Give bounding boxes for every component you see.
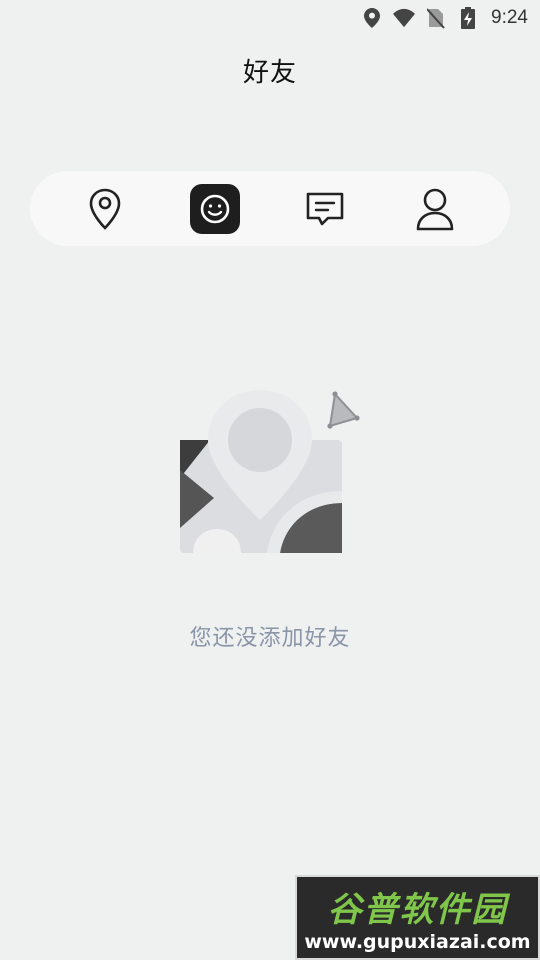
no-sim-icon — [425, 7, 447, 29]
map-pin-illustration — [180, 390, 360, 553]
tab-messages[interactable] — [300, 184, 350, 234]
wifi-icon — [393, 7, 416, 29]
page-title: 好友 — [242, 58, 297, 88]
location-pin-icon — [89, 188, 121, 230]
tab-bar — [30, 171, 510, 246]
tab-location[interactable] — [80, 184, 130, 234]
empty-state-message: 您还没添加好友 — [189, 626, 351, 651]
status-bar: 9:24 — [0, 0, 540, 36]
message-icon — [306, 192, 344, 225]
tab-profile[interactable] — [410, 184, 460, 234]
tab-friends[interactable] — [190, 183, 240, 234]
battery-charging-icon — [457, 7, 479, 29]
smiley-icon — [200, 194, 230, 223]
location-icon — [361, 7, 383, 29]
profile-icon — [416, 188, 454, 230]
status-time: 9:24 — [491, 7, 528, 28]
watermark-name: 谷普软件园 — [327, 890, 508, 930]
watermark-url: www.gupuxiazai.com — [304, 931, 531, 953]
empty-state-illustration — [175, 388, 365, 558]
watermark: 谷普软件园 www.gupuxiazai.com — [295, 875, 540, 960]
